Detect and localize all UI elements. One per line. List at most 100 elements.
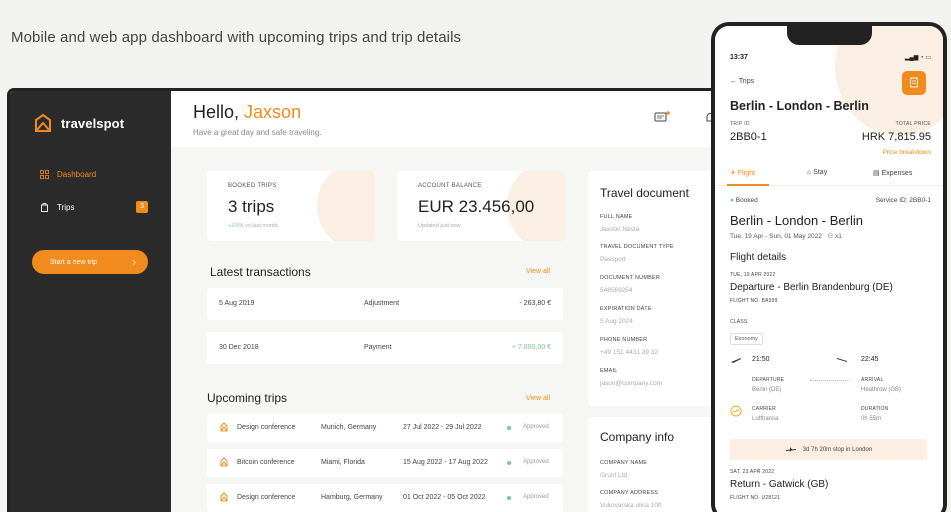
transaction-type: Adjustment: [364, 300, 400, 307]
status-badge: Approved: [523, 424, 549, 430]
field-label: EXPIRATION DATE: [600, 306, 652, 312]
user-name: Jaxson: [244, 102, 302, 122]
transaction-type: Payment: [364, 344, 392, 351]
field-label: FULL NAME: [600, 214, 633, 220]
field-value: Vukovarska ulica 100: [600, 502, 662, 509]
price-breakdown-link[interactable]: Price breakdown: [883, 149, 931, 156]
tab-flight[interactable]: ✈ Flight: [730, 169, 755, 177]
field-label: EMAIL: [600, 368, 618, 374]
transactions-view-all-link[interactable]: View all: [526, 268, 550, 275]
field-label: COMPANY ADDRESS: [600, 490, 659, 496]
field-value: 5 Aug 2024: [600, 318, 633, 325]
trip-id: 2BB0-1: [730, 131, 767, 143]
transaction-row[interactable]: 5 Aug 2019 Adjustment - 263,80 €: [207, 288, 563, 320]
trip-name: Bitcoin conference: [237, 459, 295, 466]
messages-icon[interactable]: [654, 111, 670, 130]
service-id: Service ID: 2BB0-1: [875, 197, 931, 204]
phone-screen: 13:37 ▂▄▆ ◔ ▭ ← Trips Berlin - London - …: [715, 26, 943, 512]
file-icon: [910, 77, 918, 88]
tab-expenses[interactable]: ▤ Expenses: [873, 169, 912, 177]
trip-place: Miami, Florida: [321, 459, 365, 466]
status-dot: [507, 426, 511, 430]
arrival-time: 22:45: [861, 356, 879, 363]
greeting-prefix: Hello,: [193, 102, 240, 122]
flight-number: FLIGHT NO. U28121: [730, 495, 781, 501]
transaction-row[interactable]: 30 Dec 2018 Payment + 7.000,00 €: [207, 332, 563, 364]
account-balance-card: ACCOUNT BALANCE EUR 23.456,00 Updated ju…: [397, 171, 565, 241]
route-line: [810, 380, 850, 381]
passengers-icon: ⚇: [827, 233, 834, 240]
sidebar-item-label: Dashboard: [57, 170, 97, 179]
transaction-date: 5 Aug 2019: [219, 300, 255, 307]
trip-row[interactable]: Bitcoin conference Miami, Florida 15 Aug…: [207, 449, 563, 477]
field-value: 548569254: [600, 287, 633, 294]
status-badge: Approved: [523, 494, 549, 500]
company-info-card: Company info COMPANY NAME Grunf Ltd COMP…: [588, 417, 728, 512]
booked-trips-card: BOOKED TRIPS 3 trips +2.5% vs last month: [207, 171, 375, 241]
stat-value: EUR 23.456,00: [418, 197, 535, 216]
field-label: TRAVEL DOCUMENT TYPE: [600, 244, 674, 250]
travel-document-card: Travel document FULL NAME Jaxson Nesta T…: [588, 171, 728, 406]
sidebar-item-dashboard[interactable]: Dashboard: [40, 170, 96, 179]
trip-dates: Tue, 19 Apr - Sun, 01 May 2022 ⚇ x1: [730, 233, 842, 240]
field-label: DOCUMENT NUMBER: [600, 275, 661, 281]
trip-row[interactable]: Design conference Hamburg, Germany 01 Oc…: [207, 484, 563, 512]
status-badge: Approved: [523, 459, 549, 465]
upcoming-view-all-link[interactable]: View all: [526, 395, 550, 402]
total-price-label: TOTAL PRICE: [895, 121, 931, 127]
card-decoration: [317, 171, 375, 241]
class-chip: Economy: [730, 333, 763, 345]
trips-count-badge: 3: [136, 201, 148, 213]
field-value: +49 151 4431 39 32: [600, 349, 659, 356]
suitcase-icon: [41, 203, 48, 212]
back-to-trips-link[interactable]: ← Trips: [730, 78, 754, 85]
page-caption: Mobile and web app dashboard with upcomi…: [11, 29, 462, 46]
flight-tab-content: ● Booked Service ID: 2BB0-1 Berlin - Lon…: [715, 186, 943, 512]
duration-label: DURATION: [861, 406, 889, 412]
leg-title: Return - Gatwick (GB): [730, 479, 829, 490]
suitcase-logo-icon: [220, 457, 228, 467]
tab-stay[interactable]: ⌂ Stay: [807, 169, 827, 176]
brand-logo[interactable]: travelspot: [32, 113, 124, 133]
suitcase-logo-icon: [220, 492, 228, 502]
arrival-label: ARRIVAL: [861, 377, 884, 383]
status-dot: [507, 461, 511, 465]
field-value: jason@company.com: [600, 380, 663, 387]
trip-dates: 15 Aug 2022 - 17 Aug 2022: [403, 459, 488, 466]
stat-note: Updated just now: [418, 223, 461, 229]
duration-value: 0h 55m: [861, 416, 882, 422]
carrier-label: CARRIER: [752, 406, 776, 412]
chevron-right-icon: ›: [132, 256, 136, 268]
trip-row[interactable]: Design conference Munich, Germany 27 Jul…: [207, 414, 563, 442]
status-icons: ▂▄▆ ◔ ▭: [904, 55, 931, 61]
transaction-date: 30 Dec 2018: [219, 344, 259, 351]
plane-icon: [785, 447, 796, 452]
upcoming-trips-title: Upcoming trips: [207, 391, 288, 405]
card-title: Company info: [600, 430, 675, 444]
takeoff-icon: [731, 358, 741, 363]
page-header: Hello, Jaxson Have a great day and safe …: [171, 91, 764, 147]
card-title: Travel document: [600, 186, 689, 200]
brand-name: travelspot: [61, 115, 125, 131]
status-time: 13:37: [730, 54, 748, 61]
stat-label: ACCOUNT BALANCE: [418, 183, 482, 189]
layover-text: 3d 7h 20m stop in London: [802, 446, 873, 453]
trip-dates: 01 Oct 2022 - 05 Oct 2022: [403, 494, 486, 501]
field-label: PHONE NUMBER: [600, 337, 648, 343]
start-new-trip-button[interactable]: Start a new trip ›: [32, 250, 148, 274]
layover-banner: 3d 7h 20m stop in London: [730, 439, 927, 460]
phone-notch: [787, 26, 872, 45]
sidebar-item-trips[interactable]: Trips: [40, 203, 74, 212]
stat-label: BOOKED TRIPS: [228, 183, 277, 189]
grid-icon: [40, 170, 49, 179]
landing-icon: [837, 358, 847, 362]
transaction-amount: + 7.000,00 €: [511, 344, 551, 351]
suitcase-logo-icon: [220, 422, 228, 432]
trip-id-label: TRIP ID: [730, 121, 750, 127]
document-button[interactable]: [902, 71, 926, 95]
trip-place: Hamburg, Germany: [321, 494, 383, 501]
greeting: Hello, Jaxson: [193, 102, 301, 123]
transaction-amount: - 263,80 €: [519, 300, 551, 307]
stat-value: 3 trips: [228, 197, 275, 216]
trip-name: Design conference: [237, 424, 296, 431]
